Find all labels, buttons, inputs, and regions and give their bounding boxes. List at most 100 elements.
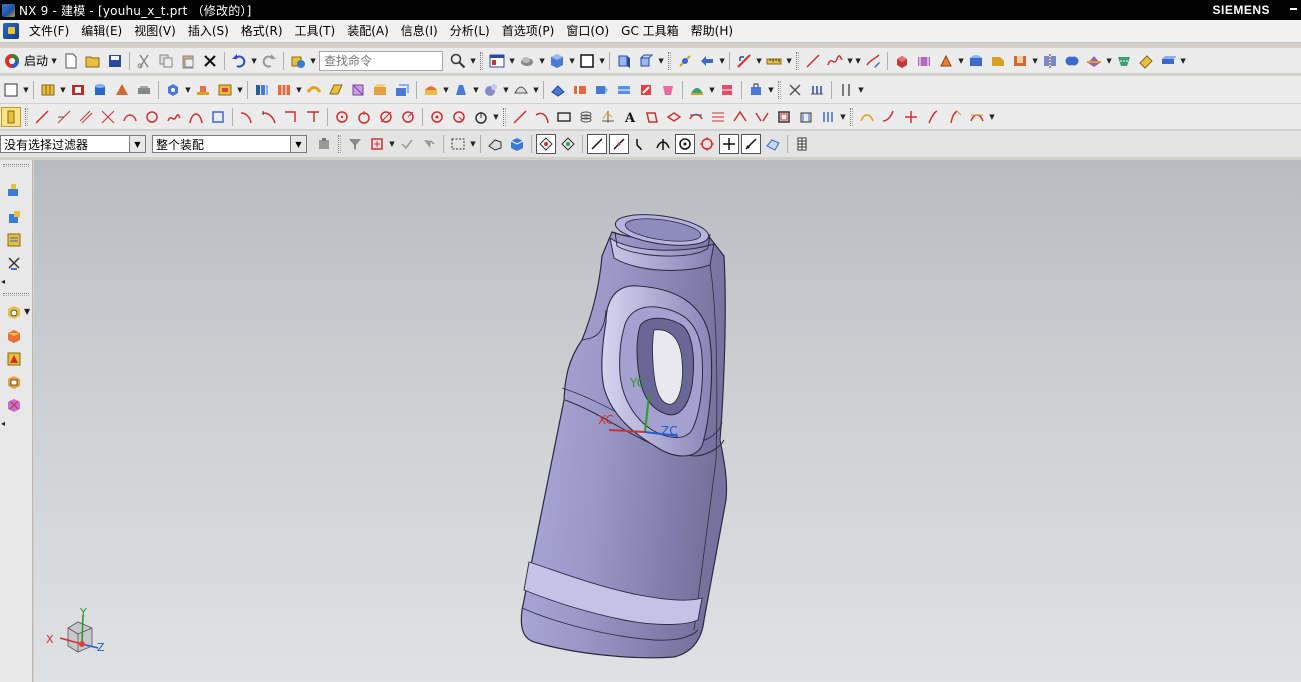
boss-icon[interactable] bbox=[193, 80, 213, 100]
selection-scope-arrow-icon[interactable]: ▼ bbox=[290, 136, 306, 152]
fillet-curve-icon[interactable] bbox=[879, 107, 899, 127]
search-dropdown-icon[interactable]: ▼ bbox=[469, 51, 477, 71]
selection-priority-icon[interactable] bbox=[792, 134, 812, 154]
selection-scope-select[interactable]: 整个装配 ▼ bbox=[152, 135, 307, 153]
revolve-icon[interactable] bbox=[914, 51, 934, 71]
offset-surface-icon[interactable] bbox=[392, 80, 412, 100]
helix-icon[interactable] bbox=[576, 107, 596, 127]
sketch-icon[interactable] bbox=[1, 80, 21, 100]
trim-sheet-icon[interactable] bbox=[570, 80, 590, 100]
shell-dropdown-icon[interactable]: ▼ bbox=[1031, 51, 1039, 71]
sketch-line-normal-icon[interactable] bbox=[98, 107, 118, 127]
sketch-arc-icon[interactable] bbox=[120, 107, 140, 127]
extend-sheet-icon[interactable] bbox=[592, 80, 612, 100]
type-filter-select[interactable]: 没有选择过滤器 ▼ bbox=[0, 135, 146, 153]
section-curve-icon[interactable] bbox=[686, 107, 706, 127]
draft-icon[interactable] bbox=[451, 80, 471, 100]
combined-projection-icon[interactable] bbox=[730, 107, 750, 127]
hole-icon[interactable] bbox=[163, 80, 183, 100]
intersect-curve-icon[interactable] bbox=[664, 107, 684, 127]
shell-icon[interactable] bbox=[1010, 51, 1030, 71]
view-orientation-icon[interactable] bbox=[636, 51, 656, 71]
draft-dropdown-icon[interactable]: ▼ bbox=[472, 80, 480, 100]
bounded-plane-icon[interactable] bbox=[370, 80, 390, 100]
emboss-dropdown-icon[interactable]: ▼ bbox=[532, 80, 540, 100]
snap-intersection-icon[interactable] bbox=[653, 134, 673, 154]
undo-icon[interactable] bbox=[229, 51, 249, 71]
show-hide-icon[interactable] bbox=[807, 80, 827, 100]
sketch-spline-icon[interactable] bbox=[164, 107, 184, 127]
curve-dropdown-icon[interactable]: ▼ bbox=[854, 51, 862, 71]
law-curve-icon[interactable] bbox=[598, 107, 618, 127]
extract-geometry-icon[interactable] bbox=[548, 80, 568, 100]
project-curve-icon[interactable] bbox=[642, 107, 662, 127]
pocket-icon[interactable] bbox=[215, 80, 235, 100]
arc-radius-icon[interactable] bbox=[449, 107, 469, 127]
sketch-arc-line-icon[interactable] bbox=[54, 107, 74, 127]
menu-window[interactable]: 窗口(O) bbox=[560, 20, 615, 43]
hole-dropdown-icon[interactable]: ▼ bbox=[184, 80, 192, 100]
circle-point-icon[interactable] bbox=[398, 107, 418, 127]
start-button[interactable]: 启动 ▼ bbox=[0, 50, 60, 72]
analysis-shape-icon[interactable] bbox=[687, 80, 707, 100]
repeat-command-icon[interactable] bbox=[288, 51, 308, 71]
isoparametric-curve-icon[interactable] bbox=[708, 107, 728, 127]
wrap-curve-icon[interactable] bbox=[774, 107, 794, 127]
paste-icon[interactable] bbox=[178, 51, 198, 71]
render-style-icon[interactable] bbox=[517, 51, 537, 71]
feature-icon[interactable] bbox=[936, 51, 956, 71]
patch-icon[interactable] bbox=[636, 80, 656, 100]
menu-assemblies[interactable]: 装配(A) bbox=[341, 20, 395, 43]
snap-grid-icon[interactable] bbox=[558, 134, 578, 154]
sew-icon[interactable] bbox=[1114, 51, 1134, 71]
roles-icon[interactable] bbox=[5, 373, 23, 391]
menu-gc-toolkit[interactable]: GC 工具箱 bbox=[615, 20, 685, 43]
snap-arc-center-icon[interactable] bbox=[675, 134, 695, 154]
analysis-dropdown-icon[interactable]: ▼ bbox=[708, 80, 716, 100]
undo-dropdown-icon[interactable]: ▼ bbox=[250, 51, 258, 71]
select-rectangle-icon[interactable] bbox=[448, 134, 468, 154]
variable-blend-dropdown-icon[interactable]: ▼ bbox=[502, 80, 510, 100]
snap-midpoint-icon[interactable] bbox=[609, 134, 629, 154]
hide-icon[interactable] bbox=[785, 80, 805, 100]
copy-icon[interactable] bbox=[156, 51, 176, 71]
replace-face-icon[interactable] bbox=[658, 80, 678, 100]
sketch-line-parallel-icon[interactable] bbox=[76, 107, 96, 127]
type-filter-arrow-icon[interactable]: ▼ bbox=[129, 136, 145, 152]
chamfer-icon[interactable] bbox=[988, 51, 1008, 71]
bridge-curve-icon[interactable] bbox=[796, 107, 816, 127]
snap-quadrant-icon[interactable] bbox=[697, 134, 717, 154]
feature-dropdown-icon[interactable]: ▼ bbox=[957, 51, 965, 71]
constraint-navigator-icon[interactable] bbox=[5, 208, 23, 226]
menu-preferences[interactable]: 首选项(P) bbox=[496, 20, 561, 43]
arc-more-dropdown-icon[interactable]: ▼ bbox=[492, 107, 500, 127]
edit-curve-param-icon[interactable] bbox=[923, 107, 943, 127]
mesh-dropdown-icon[interactable]: ▼ bbox=[295, 80, 303, 100]
snap-point-on-face-icon[interactable] bbox=[763, 134, 783, 154]
move-dropdown-icon[interactable]: ▼ bbox=[755, 51, 763, 71]
curve-offset-icon[interactable] bbox=[303, 107, 323, 127]
sketch-rectangle-icon[interactable] bbox=[208, 107, 228, 127]
curve-trim-icon[interactable] bbox=[237, 107, 257, 127]
snap-endpoint-icon[interactable] bbox=[587, 134, 607, 154]
basic-rectangle-icon[interactable] bbox=[554, 107, 574, 127]
render-dropdown-icon[interactable]: ▼ bbox=[538, 51, 546, 71]
face-rules-icon[interactable] bbox=[419, 134, 439, 154]
mirror-feature-icon[interactable] bbox=[1040, 51, 1060, 71]
face-blend-icon[interactable] bbox=[421, 80, 441, 100]
divide-face-icon[interactable] bbox=[614, 80, 634, 100]
shaded-cube-icon[interactable] bbox=[547, 51, 567, 71]
curve-rules-icon[interactable] bbox=[397, 134, 417, 154]
arc-center-icon[interactable] bbox=[427, 107, 447, 127]
history-icon[interactable] bbox=[5, 303, 23, 321]
divide-curve-icon[interactable] bbox=[901, 107, 921, 127]
command-search-input[interactable] bbox=[319, 50, 444, 71]
cone-icon[interactable] bbox=[112, 80, 132, 100]
menu-file[interactable]: 文件(F) bbox=[23, 20, 75, 43]
basic-arc-icon[interactable] bbox=[532, 107, 552, 127]
redo-icon[interactable] bbox=[259, 51, 279, 71]
datum-plane-icon[interactable] bbox=[38, 80, 58, 100]
window-layout-icon[interactable] bbox=[487, 51, 507, 71]
n-sided-surface-icon[interactable] bbox=[348, 80, 368, 100]
new-file-icon[interactable] bbox=[61, 51, 81, 71]
